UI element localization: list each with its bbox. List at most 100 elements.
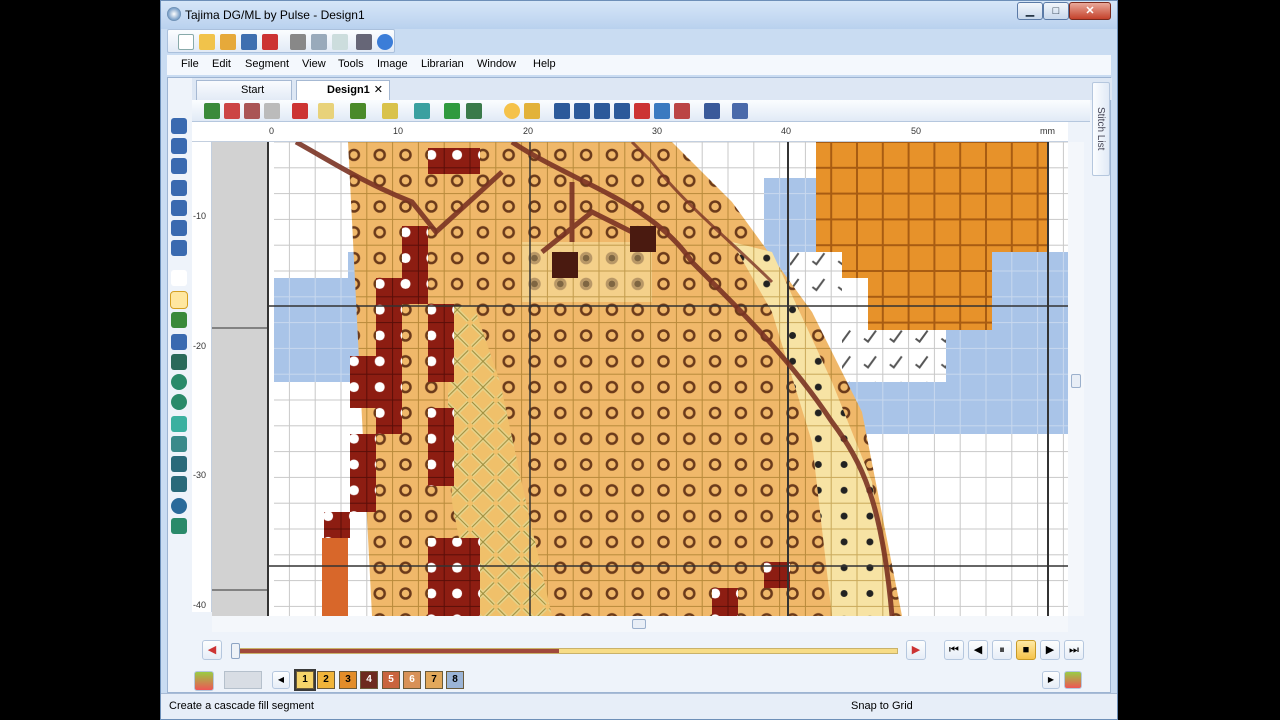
cascade-fill-tool-icon[interactable] <box>171 312 187 328</box>
zoom-icon[interactable] <box>350 103 366 119</box>
image-icon[interactable] <box>292 103 308 119</box>
ruler-tick: 20 <box>523 126 534 136</box>
hide-icon[interactable] <box>264 103 280 119</box>
color-swatch-2[interactable]: 2 <box>317 671 335 689</box>
delete-stitch-icon[interactable] <box>634 103 650 119</box>
menu-image[interactable]: Image <box>377 58 408 70</box>
cross-tool-icon[interactable] <box>171 270 187 286</box>
sequence-4-icon[interactable] <box>614 103 630 119</box>
pin-icon[interactable] <box>674 103 690 119</box>
title-bar[interactable]: Tajima DG/ML by Pulse - Design1 ▁ □ ✕ <box>161 1 1117 29</box>
horizontal-scrollbar[interactable] <box>212 616 1068 632</box>
pause-button[interactable]: ⏸ <box>992 640 1012 660</box>
help-icon[interactable] <box>377 34 393 50</box>
text-tool-icon[interactable] <box>171 436 187 452</box>
save-icon[interactable] <box>241 34 257 50</box>
realistic-view-icon[interactable] <box>504 103 520 119</box>
tab-close-icon[interactable]: ✕ <box>374 81 383 99</box>
design-canvas[interactable] <box>212 142 1068 616</box>
print-icon[interactable] <box>356 34 372 50</box>
guides-icon[interactable] <box>466 103 482 119</box>
scroll-thumb[interactable] <box>1071 374 1081 388</box>
scroll-right-icon[interactable]: ▶ <box>1042 671 1060 689</box>
color-swatch-5[interactable]: 5 <box>382 671 400 689</box>
run-tool-icon[interactable] <box>171 158 187 174</box>
step-forward-icon[interactable]: ▶ <box>906 640 926 660</box>
remove-filter-icon[interactable] <box>244 103 260 119</box>
fast-forward-button[interactable]: ⏭ <box>1064 640 1084 660</box>
sequence-1-icon[interactable] <box>554 103 570 119</box>
scroll-left-icon[interactable]: ◀ <box>272 671 290 689</box>
manual-tool-icon[interactable] <box>171 180 187 196</box>
menu-view[interactable]: View <box>302 58 326 70</box>
save-and-close-icon[interactable] <box>262 34 278 50</box>
monogram-tool-icon[interactable] <box>171 456 187 472</box>
maximize-button[interactable]: □ <box>1043 2 1069 20</box>
play-button[interactable]: ▶ <box>1040 640 1060 660</box>
snap-to-grid-indicator[interactable]: Snap to Grid <box>851 700 913 712</box>
align-icon[interactable] <box>704 103 720 119</box>
color-swatch-3[interactable]: 3 <box>339 671 357 689</box>
menu-segment[interactable]: Segment <box>245 58 289 70</box>
stitch-density-icon[interactable] <box>382 103 398 119</box>
step-back-icon[interactable]: ◀ <box>202 640 222 660</box>
stitch-list-panel[interactable]: Stitch List <box>1092 82 1110 176</box>
menu-tools[interactable]: Tools <box>338 58 364 70</box>
column-b-tool-icon[interactable] <box>171 138 187 154</box>
tab-start-page[interactable]: Start Page <box>196 80 292 114</box>
sequence-2-icon[interactable] <box>574 103 590 119</box>
paste-icon[interactable] <box>332 34 348 50</box>
menu-edit[interactable]: Edit <box>212 58 231 70</box>
stitch-progress-slider[interactable] <box>231 643 898 659</box>
contour-fill-tool-icon[interactable] <box>171 416 187 432</box>
new-icon[interactable] <box>178 34 194 50</box>
vertical-scrollbar[interactable] <box>1068 142 1084 616</box>
name-drop-tool-icon[interactable] <box>171 476 187 492</box>
open-multiple-icon[interactable] <box>220 34 236 50</box>
color-swatch-1[interactable]: 1 <box>294 669 316 691</box>
star-fill-tool-icon[interactable] <box>171 354 187 370</box>
color-swatch-8[interactable]: 8 <box>446 671 464 689</box>
satin-tool-icon[interactable] <box>171 200 187 216</box>
play-reverse-button[interactable]: ◀ <box>968 640 988 660</box>
color-swatch-6[interactable]: 6 <box>403 671 421 689</box>
grid-view-icon[interactable] <box>318 103 334 119</box>
app-icon[interactable] <box>167 7 181 21</box>
palette-settings-icon[interactable] <box>1064 671 1082 689</box>
rewind-button[interactable]: ⏮ <box>944 640 964 660</box>
slider-thumb[interactable] <box>231 643 240 659</box>
menu-help[interactable]: Help <box>533 58 556 70</box>
color-swatch-7[interactable]: 7 <box>425 671 443 689</box>
3d-view-icon[interactable] <box>524 103 540 119</box>
open-icon[interactable] <box>199 34 215 50</box>
color-swatch-4[interactable]: 4 <box>360 671 378 689</box>
element-tool-icon[interactable] <box>171 498 187 514</box>
complex-fill-tool-icon[interactable] <box>171 240 187 256</box>
grid-toggle-icon[interactable] <box>444 103 460 119</box>
menu-window[interactable]: Window <box>477 58 516 70</box>
minimize-button[interactable]: ▁ <box>1017 2 1043 20</box>
move-stitch-icon[interactable] <box>654 103 670 119</box>
stitch-player: ◀ ▶ ⏮ ◀ ⏸ ■ ▶ ⏭ <box>192 636 1088 662</box>
menu-file[interactable]: File <box>181 58 199 70</box>
applique-tool-icon[interactable] <box>171 334 187 350</box>
transform-icon[interactable] <box>732 103 748 119</box>
stop-button[interactable]: ■ <box>1016 640 1036 660</box>
connector-tool-icon[interactable] <box>171 518 187 534</box>
column-tool-icon[interactable] <box>171 118 187 134</box>
menu-librarian[interactable]: Librarian <box>421 58 464 70</box>
tab-design1[interactable]: Design1 ✕ <box>296 80 390 100</box>
cross-stitch-tool-icon[interactable] <box>170 291 188 309</box>
favorite-icon[interactable] <box>414 103 430 119</box>
fill-tool-icon[interactable] <box>171 220 187 236</box>
copy-icon[interactable] <box>311 34 327 50</box>
filter-icon[interactable] <box>204 103 220 119</box>
scroll-thumb[interactable] <box>632 619 646 629</box>
spiral-fill-tool-icon[interactable] <box>171 394 187 410</box>
sequence-3-icon[interactable] <box>594 103 610 119</box>
color-filter-icon[interactable] <box>224 103 240 119</box>
color-palette-icon[interactable] <box>194 671 214 691</box>
radial-fill-tool-icon[interactable] <box>171 374 187 390</box>
cut-icon[interactable] <box>290 34 306 50</box>
close-button[interactable]: ✕ <box>1069 2 1111 20</box>
